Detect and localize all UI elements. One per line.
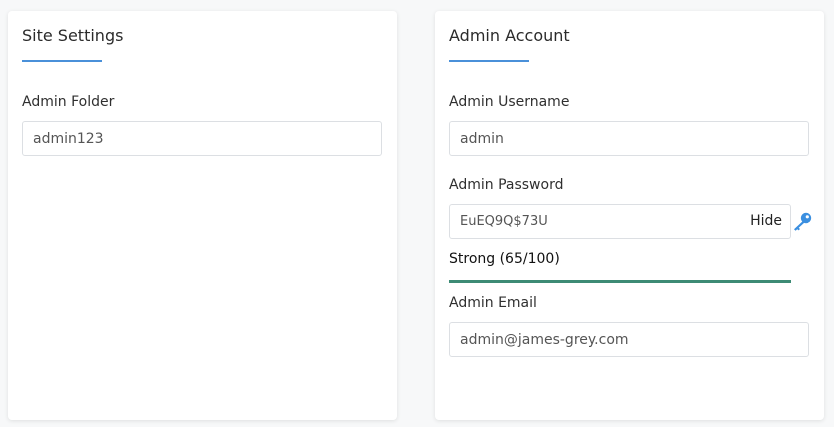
admin-folder-label: Admin Folder xyxy=(22,94,115,110)
admin-email-label: Admin Email xyxy=(449,295,537,311)
admin-email-input[interactable] xyxy=(449,322,809,357)
admin-account-card: Admin Account Admin Username Admin Passw… xyxy=(435,11,824,420)
admin-username-label: Admin Username xyxy=(449,94,570,110)
admin-password-field: Hide xyxy=(449,204,791,239)
admin-account-title: Admin Account xyxy=(449,26,570,45)
password-strength-text: Strong (65/100) xyxy=(449,251,560,267)
key-icon[interactable] xyxy=(791,212,813,232)
password-strength-bar xyxy=(449,280,791,283)
site-settings-title-underline xyxy=(22,60,102,62)
site-settings-card: Site Settings Admin Folder xyxy=(8,11,397,420)
site-settings-title: Site Settings xyxy=(22,26,124,45)
admin-password-input[interactable] xyxy=(450,205,740,238)
password-strength-fill xyxy=(449,280,791,283)
password-hide-button[interactable]: Hide xyxy=(750,213,782,229)
admin-account-title-underline xyxy=(449,60,529,62)
admin-folder-input[interactable] xyxy=(22,121,382,156)
admin-password-label: Admin Password xyxy=(449,177,564,193)
admin-username-input[interactable] xyxy=(449,121,809,156)
